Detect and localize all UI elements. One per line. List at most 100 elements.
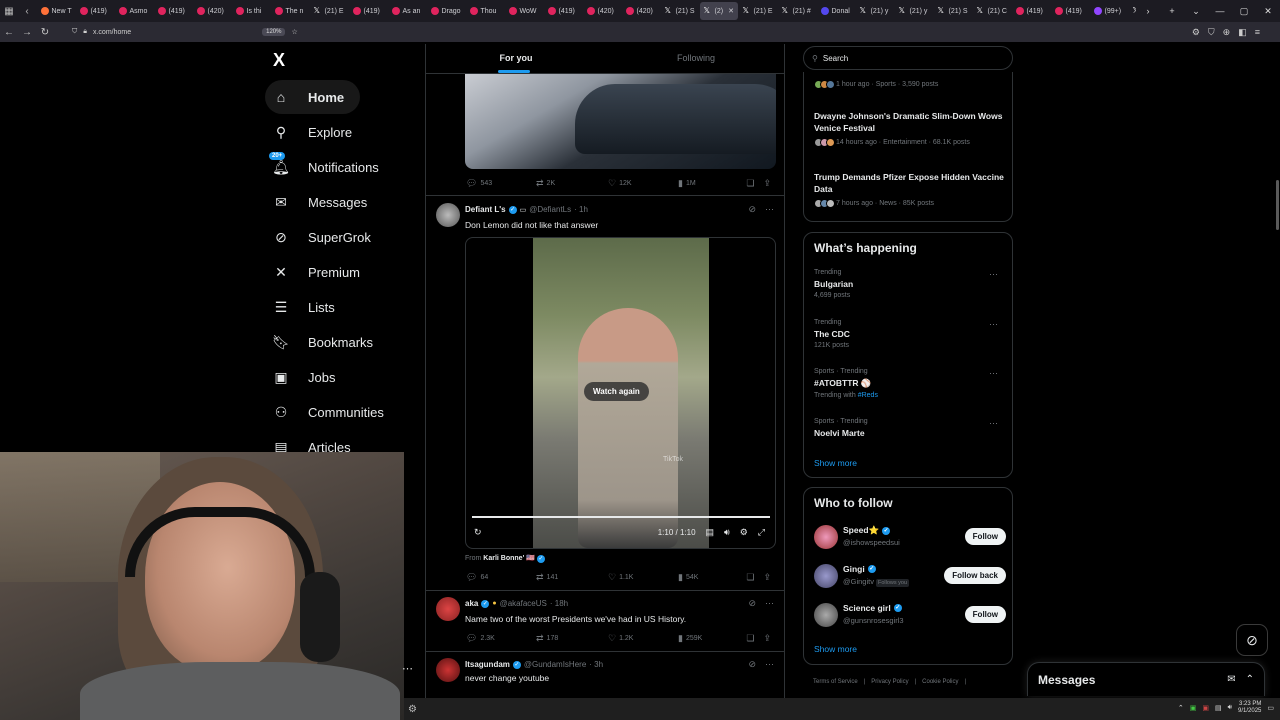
follow-button[interactable]: Follow — [964, 528, 1006, 545]
nav-communities[interactable]: ⚇ Communities — [265, 395, 400, 429]
more-icon[interactable]: ⋯ — [989, 418, 998, 429]
reply-button[interactable]: 💬︎ 64 — [466, 572, 536, 583]
notification-center-icon[interactable]: ▭ — [1267, 704, 1274, 712]
nav-supergrok[interactable]: ⊘ SuperGrok — [265, 220, 387, 254]
new-tab-button[interactable]: + — [1160, 0, 1184, 22]
volume-icon[interactable]: 🔊︎ — [1228, 704, 1232, 712]
browser-tab[interactable]: (99+) — [1090, 2, 1128, 20]
nav-notifications[interactable]: 20+ 🔔︎ Notifications — [265, 150, 395, 184]
footer-link-terms[interactable]: Terms of Service — [813, 679, 858, 685]
minimize-button[interactable]: — — [1208, 0, 1232, 22]
account-more-icon[interactable]: ⋯ — [402, 662, 413, 675]
browser-tab[interactable]: (419) — [349, 2, 387, 20]
tab-for-you[interactable]: For you — [426, 44, 606, 73]
tab-scroll-left-icon[interactable]: ‹ — [18, 2, 36, 20]
avatar[interactable] — [814, 525, 838, 549]
trend-item[interactable]: Trending Bulgarian 4,699 posts ⋯ — [814, 269, 1004, 299]
more-icon[interactable]: ⋯ — [989, 368, 998, 379]
views-button[interactable]: ▮ 54K — [678, 572, 746, 583]
nav-home[interactable]: ⌂ Home — [265, 80, 361, 114]
follow-suggestion[interactable]: Gingi ✓ @Gingitv Follows you Follow back — [814, 563, 1006, 591]
tweet-time[interactable]: · 1h — [574, 205, 588, 214]
extension-icon[interactable]: ◧ — [1238, 27, 1247, 38]
avatar[interactable] — [436, 658, 460, 682]
url-text[interactable]: x.com/home — [93, 29, 131, 36]
browser-tab[interactable]: The n — [271, 2, 309, 20]
follow-suggestion[interactable]: Speed⭐ ✓ @ishowspeedsui Follow — [814, 524, 1006, 552]
bookmark-icon[interactable]: ❏ — [746, 178, 754, 189]
avatar[interactable] — [436, 597, 460, 621]
tab-scroll-right-icon[interactable]: › — [1136, 0, 1160, 22]
new-message-icon[interactable]: ✉ — [1227, 674, 1235, 685]
browser-tab[interactable]: (419) — [544, 2, 582, 20]
views-button[interactable]: ▮ 259K — [678, 633, 746, 644]
page-scrollbar[interactable] — [1276, 180, 1279, 230]
follow-suggestion[interactable]: Science girl ✓ @gunsnrosesgirl3 Follow — [814, 602, 1006, 630]
forward-button[interactable]: → — [18, 27, 36, 38]
fullscreen-icon[interactable]: ⤢ — [758, 527, 765, 538]
nav-bookmarks[interactable]: 🔖︎ Bookmarks — [265, 325, 389, 359]
close-tab-icon[interactable]: ✕ — [728, 7, 734, 15]
show-more-link[interactable]: Show more — [814, 644, 857, 654]
browser-tab[interactable]: Is thi — [232, 2, 270, 20]
zoom-badge[interactable]: 120% — [262, 28, 286, 36]
like-button[interactable]: ♡ 12K — [608, 178, 678, 189]
browser-tab[interactable]: As an — [388, 2, 426, 20]
footer-link-privacy[interactable]: Privacy Policy — [871, 679, 908, 685]
browser-tab[interactable]: (420) — [193, 2, 231, 20]
close-window-button[interactable]: ✕ — [1256, 0, 1280, 22]
browser-tab[interactable]: 𝕏 (21) y — [895, 2, 933, 20]
grok-icon[interactable]: ⊘ — [748, 659, 756, 670]
reload-button[interactable]: ↻ — [36, 27, 54, 38]
browser-tab[interactable]: Donal — [817, 2, 855, 20]
grok-floating-button[interactable]: ⊘ — [1236, 624, 1268, 656]
share-icon[interactable]: ⇪ — [763, 178, 771, 189]
browser-tab[interactable]: (419) — [1051, 2, 1089, 20]
bookmark-star-icon[interactable]: ☆ — [291, 28, 297, 36]
tweet-media-image[interactable] — [465, 74, 776, 169]
news-item[interactable]: Trump Demands Pfizer Expose Hidden Vacci… — [814, 171, 1004, 208]
tab-menu-chevron-icon[interactable]: ⌄ — [1184, 0, 1208, 22]
avatar[interactable] — [814, 564, 838, 588]
browser-tab[interactable]: 𝕏 (21) E — [739, 2, 777, 20]
browser-tab[interactable]: (420) — [583, 2, 621, 20]
browser-tab[interactable]: Drago — [427, 2, 465, 20]
more-icon[interactable]: ⋯ — [989, 269, 998, 280]
trend-item[interactable]: Trending The CDC 121K posts ⋯ — [814, 319, 1004, 349]
browser-tab[interactable]: 𝕏 (21) S — [661, 2, 699, 20]
replay-icon[interactable]: ↻ — [474, 527, 482, 538]
news-item[interactable]: Dwayne Johnson's Dramatic Slim-Down Wows… — [814, 110, 1004, 147]
browser-tab[interactable]: 𝕏 (2) ✕ — [699, 2, 738, 20]
maximize-button[interactable]: ▢ — [1232, 0, 1256, 22]
more-icon[interactable]: ⋯ — [989, 319, 998, 330]
menu-icon[interactable]: ≡ — [1255, 27, 1260, 38]
settings-gear-icon[interactable]: ⚙ — [408, 704, 417, 715]
shield-icon[interactable]: ⛉ — [72, 28, 77, 36]
nav-lists[interactable]: ☰ Lists — [265, 290, 351, 324]
bookmark-icon[interactable]: ❏ — [746, 572, 754, 583]
tray-app-icon[interactable]: ▣ — [1190, 704, 1197, 712]
browser-tab[interactable]: 𝕏 (21) S — [934, 2, 972, 20]
tweet-time[interactable]: · 3h — [589, 660, 603, 669]
browser-tab[interactable]: (419) — [154, 2, 192, 20]
tab-following[interactable]: Following — [606, 44, 784, 73]
source-author[interactable]: Karli Bonne' 🇺🇸 — [483, 555, 535, 562]
clock[interactable]: 3:23 PM 9/1/2025 — [1238, 701, 1261, 715]
views-button[interactable]: ▮ 1M — [678, 178, 746, 189]
share-icon[interactable]: ⇪ — [763, 572, 771, 583]
volume-icon[interactable]: 🔊︎ — [724, 527, 730, 538]
repost-button[interactable]: ⇄ 141 — [536, 572, 608, 583]
author-handle[interactable]: @GundamIsHere — [524, 660, 586, 669]
tray-app-icon[interactable]: ▣ — [1202, 704, 1209, 712]
reply-button[interactable]: 💬︎ 543 — [466, 178, 536, 189]
grok-icon[interactable]: ⊘ — [748, 598, 756, 609]
tab-list-icon[interactable]: ▦ — [0, 2, 18, 20]
nav-premium[interactable]: ✕ Premium — [265, 255, 376, 289]
bookmark-icon[interactable]: ❏ — [746, 633, 754, 644]
trend-item[interactable]: Sports · Trending #ATOBTTR ⚾ Trending wi… — [814, 368, 1004, 399]
nav-explore[interactable]: ⚲ Explore — [265, 115, 368, 149]
author-name[interactable]: Itsagundam — [465, 660, 510, 669]
more-icon[interactable]: ⋯ — [765, 204, 774, 215]
repost-button[interactable]: ⇄ 178 — [536, 633, 608, 644]
tray-chevron-icon[interactable]: ⌃ — [1178, 704, 1184, 712]
